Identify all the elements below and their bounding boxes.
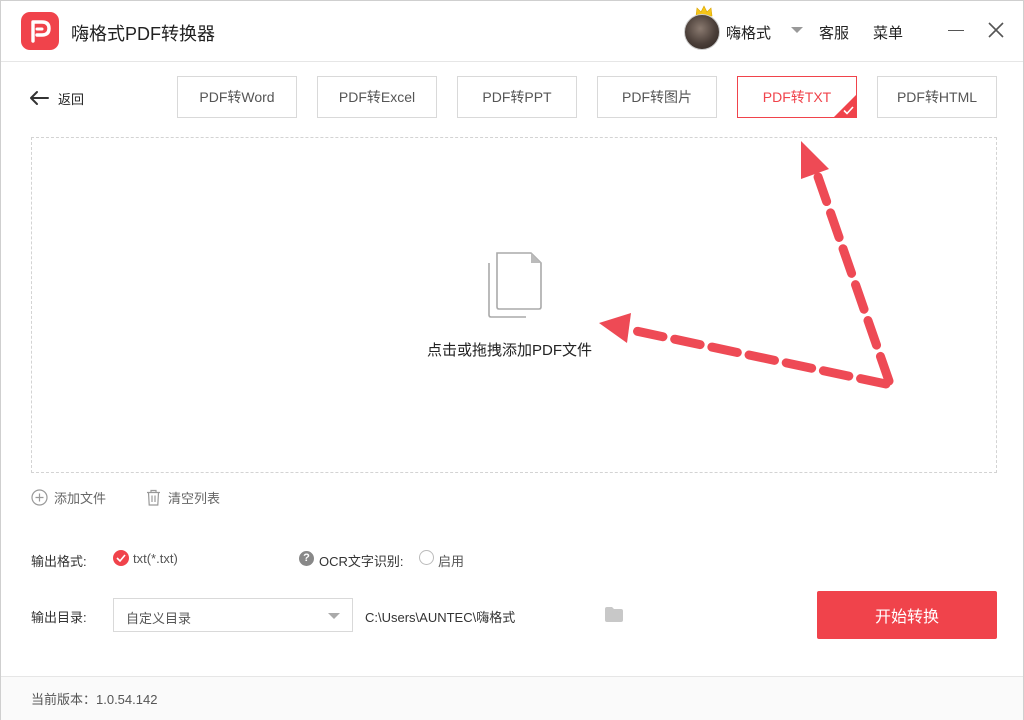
- tab-pdf-to-word[interactable]: PDF转Word: [177, 76, 297, 118]
- output-dir-select[interactable]: 自定义目录: [113, 598, 353, 632]
- tab-label: PDF转HTML: [896, 89, 978, 105]
- clear-list-label: 清空列表: [168, 491, 221, 506]
- output-dir-select-value: 自定义目录: [126, 611, 192, 626]
- document-icon: [488, 252, 542, 318]
- tab-pdf-to-txt[interactable]: PDF转TXT: [737, 76, 857, 118]
- app-logo-icon: [21, 12, 59, 50]
- minimize-icon[interactable]: [948, 30, 964, 31]
- folder-icon[interactable]: [605, 607, 623, 622]
- back-label: 返回: [58, 91, 85, 107]
- avatar[interactable]: [684, 14, 720, 50]
- app-window: 嗨格式PDF转换器 嗨格式 客服 菜单 返回 PDF转Word PDF转Exce…: [0, 0, 1024, 720]
- tab-label: PDF转TXT: [762, 89, 832, 105]
- output-dir-label: 输出目录:: [31, 610, 87, 625]
- output-dir-path: C:\Users\AUNTEC\嗨格式: [365, 610, 516, 625]
- tab-label: PDF转图片: [622, 89, 692, 105]
- tab-pdf-to-excel[interactable]: PDF转Excel: [317, 76, 437, 118]
- chevron-down-icon: [328, 613, 340, 619]
- drop-zone-prompt-text: 点击或拖拽添加PDF文件: [427, 342, 593, 359]
- chevron-down-icon[interactable]: [791, 27, 803, 33]
- ocr-enable-radio[interactable]: [419, 550, 434, 565]
- menu-link[interactable]: 菜单: [873, 22, 903, 43]
- help-icon[interactable]: ?: [299, 551, 314, 566]
- username[interactable]: 嗨格式: [726, 22, 771, 43]
- close-icon[interactable]: [987, 21, 1005, 39]
- app-title: 嗨格式PDF转换器: [71, 24, 215, 44]
- tab-label: PDF转Excel: [338, 89, 416, 105]
- tab-label: PDF转PPT: [482, 89, 552, 105]
- tab-label: PDF转Word: [199, 89, 275, 105]
- back-button[interactable]: 返回: [29, 87, 84, 109]
- output-format-label: 输出格式:: [31, 554, 87, 569]
- ocr-enable-label[interactable]: 启用: [438, 551, 464, 570]
- clear-list-button[interactable]: 清空列表: [146, 488, 220, 507]
- trash-icon: [147, 489, 160, 506]
- customer-service-link[interactable]: 客服: [819, 22, 849, 43]
- title-divider: [1, 61, 1023, 62]
- start-convert-button[interactable]: 开始转换: [817, 591, 997, 639]
- format-value[interactable]: txt(*.txt): [133, 551, 178, 566]
- arrow-left-icon: [30, 91, 49, 105]
- tab-pdf-to-ppt[interactable]: PDF转PPT: [457, 76, 577, 118]
- tab-pdf-to-image[interactable]: PDF转图片: [597, 76, 717, 118]
- tab-pdf-to-html[interactable]: PDF转HTML: [877, 76, 997, 118]
- checkmark-icon: [843, 106, 854, 115]
- add-files-button[interactable]: 添加文件: [31, 488, 106, 507]
- ocr-label: OCR文字识别:: [319, 554, 404, 569]
- title-bar: 嗨格式PDF转换器 嗨格式 客服 菜单: [1, 1, 1023, 61]
- format-selected-check-icon[interactable]: [113, 550, 129, 566]
- plus-circle-icon: [31, 489, 48, 506]
- add-files-label: 添加文件: [54, 491, 107, 506]
- version-text: 当前版本：1.0.54.142: [31, 692, 158, 707]
